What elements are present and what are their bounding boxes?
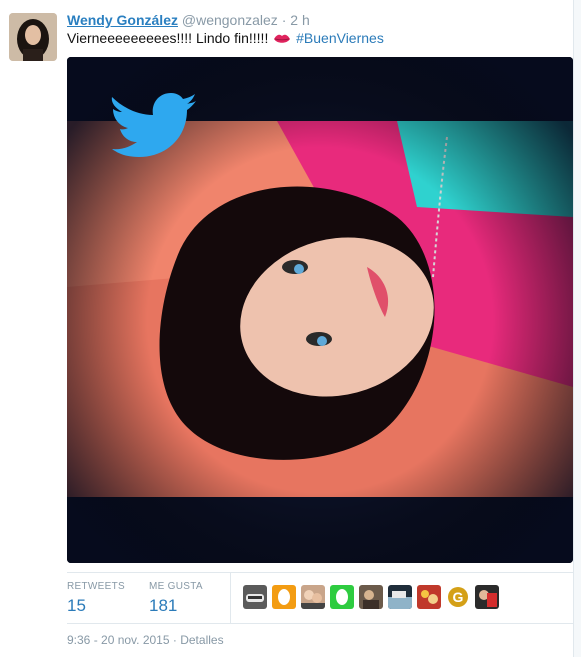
liker-avatar[interactable]: [359, 585, 383, 609]
author-name[interactable]: Wendy González: [67, 12, 178, 28]
liker-avatar[interactable]: [243, 585, 267, 609]
author-avatar[interactable]: [9, 13, 57, 61]
likes-stat[interactable]: ME GUSTA 181: [149, 581, 203, 616]
author-handle[interactable]: @wengonzalez: [182, 12, 278, 28]
likes-count: 181: [149, 596, 178, 615]
likes-label: ME GUSTA: [149, 581, 203, 592]
tweet-body: Vierneeeeeeeees!!!! Lindo fin!!!!!: [67, 30, 269, 46]
tweet-time[interactable]: 2 h: [290, 12, 309, 28]
liker-avatar[interactable]: G: [446, 585, 470, 609]
liker-avatar[interactable]: [272, 585, 296, 609]
liker-avatar[interactable]: [301, 585, 325, 609]
tweet-photo[interactable]: [67, 57, 573, 563]
retweets-label: RETWEETS: [67, 581, 125, 592]
tweet-header: Wendy González @wengonzalez · 2 h: [67, 11, 310, 29]
liker-avatar[interactable]: [330, 585, 354, 609]
stats-divider: [230, 573, 231, 623]
hashtag-link[interactable]: #BuenViernes: [296, 30, 384, 46]
liker-avatar[interactable]: [475, 585, 499, 609]
tweet-timestamp[interactable]: 9:36 - 20 nov. 2015: [67, 633, 170, 647]
retweets-stat[interactable]: RETWEETS 15: [67, 581, 125, 616]
svg-text:G: G: [453, 589, 464, 605]
tweet-card: Wendy González @wengonzalez · 2 h Vierne…: [0, 0, 574, 657]
kiss-lips-icon: [273, 31, 291, 50]
liker-avatar[interactable]: [417, 585, 441, 609]
author-avatar-image: [9, 13, 57, 61]
details-link[interactable]: Detalles: [180, 633, 223, 647]
liker-avatar[interactable]: [388, 585, 412, 609]
header-separator: ·: [281, 12, 287, 28]
retweets-count: 15: [67, 596, 86, 615]
tweet-stats: RETWEETS 15 ME GUSTA 181 G: [67, 572, 573, 624]
footer-separator: ·: [172, 633, 177, 647]
tweet-text: Vierneeeeeeeees!!!! Lindo fin!!!!! #Buen…: [67, 29, 384, 50]
selfie-photo: [67, 57, 573, 563]
tweet-footer: 9:36 - 20 nov. 2015 · Detalles: [67, 633, 224, 647]
